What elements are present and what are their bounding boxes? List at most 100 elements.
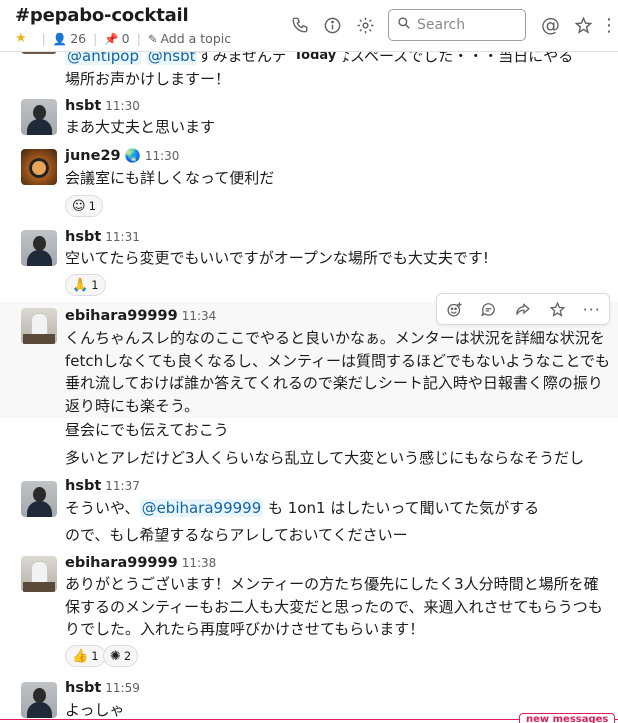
channel-name[interactable]: #pepabo-cocktail (15, 5, 189, 26)
message-time[interactable]: 11:38 (182, 556, 217, 570)
phone-icon[interactable] (283, 9, 316, 41)
add-reaction-icon[interactable] (439, 295, 469, 323)
pinned-count[interactable]: 0 (122, 31, 130, 46)
message-text: そういや、 @ebihara99999 も 1on1 はしたいって聞いてた気がする (65, 497, 610, 520)
message-author[interactable]: hsbt 11:30 (65, 98, 140, 114)
share-icon[interactable] (508, 295, 538, 323)
channel-header: #pepabo-cocktail ★ | 👤 26 | 📌 0 | ✎ Add … (0, 0, 618, 52)
face-icon: ☺ (72, 198, 86, 214)
member-count[interactable]: 26 (70, 31, 86, 46)
author-name[interactable]: hsbt (65, 680, 101, 696)
author-name[interactable]: june29 (65, 148, 121, 164)
avatar[interactable] (21, 52, 57, 54)
message-text: くんちゃんスレ的なのここでやると良いかなぁ。メンターは状況を詳細な状況を fet… (65, 327, 610, 417)
author-name[interactable]: hsbt (65, 478, 101, 494)
message-line: 返り時にも楽そう。 (65, 396, 200, 415)
avatar[interactable] (21, 682, 57, 718)
divider: | (41, 31, 46, 46)
message-text: 空いてたら変更でもいいですがオープンな場所でも大丈夫です! (65, 249, 489, 267)
more-actions-icon[interactable]: ··· (577, 295, 607, 323)
info-icon[interactable] (316, 9, 349, 41)
message: june29 🌏 11:30 会議室にも詳しくなって便利だ ☺ 1 (0, 142, 618, 222)
pencil-icon[interactable]: ✎ (148, 32, 158, 46)
mention-link[interactable]: @hsbt (145, 52, 198, 65)
author-name[interactable]: ebihara99999 (65, 308, 178, 324)
pin-icon[interactable]: 📌 (104, 32, 118, 46)
author-name[interactable]: ebihara99999 (65, 555, 178, 571)
message-author[interactable]: ebihara99999 11:34 (65, 308, 216, 324)
author-name[interactable]: hsbt (65, 229, 101, 245)
message-author[interactable]: hsbt 11:37 (65, 478, 140, 494)
message-line: りでした。入れたら再度呼びかけさせてもらいます！ (65, 620, 425, 638)
reaction-pill[interactable]: ☺ 1 (65, 195, 103, 217)
message: hsbt 11:31 空いてたら変更でもいいですがオープンな場所でも大丈夫です! … (0, 224, 618, 302)
mentions-icon[interactable]: @ (534, 9, 567, 41)
message-line: 保するのメンティーもお二人も大変だと思ったので、来週入れさせてもらうつも (65, 597, 603, 616)
mention-link[interactable]: @antipop (65, 52, 141, 65)
star-message-icon[interactable] (542, 295, 572, 323)
message-time[interactable]: 11:31 (105, 230, 140, 244)
custom-emoji-icon: ✺ (110, 648, 121, 664)
new-messages-badge[interactable]: new messages (519, 713, 616, 723)
reply-thread-icon[interactable] (474, 295, 504, 323)
divider: | (93, 31, 98, 46)
avatar[interactable] (21, 308, 57, 344)
globe-icon[interactable]: 🌏 (125, 149, 141, 164)
search-icon (397, 16, 411, 34)
message-time[interactable]: 11:30 (105, 99, 140, 113)
thumbsup-icon: 👍 (72, 648, 89, 664)
day-divider-today[interactable]: Today (285, 52, 346, 66)
divider: | (136, 31, 141, 46)
avatar[interactable] (21, 230, 57, 266)
gear-icon[interactable] (349, 9, 382, 41)
reaction-pill[interactable]: ✺ 2 (103, 645, 139, 667)
avatar[interactable] (21, 481, 57, 517)
search-input[interactable]: Search (388, 9, 526, 41)
message-line: ありがとうございます！メンティーの方たち優先にしたく3人分時間と場所を確 (65, 575, 599, 593)
reaction-count: 1 (91, 278, 99, 292)
add-topic-link[interactable]: Add a topic (160, 31, 231, 46)
member-icon[interactable]: 👤 (53, 32, 67, 46)
mention-link[interactable]: @ebihara99999 (139, 499, 264, 517)
message-line: 垂れ流しておけば誰か答えてくれるので楽だしシート記入時や日報書く際の振り (65, 374, 603, 392)
avatar[interactable] (21, 149, 57, 185)
message: hsbt 11:30 まあ大丈夫と思います (0, 92, 618, 142)
message-line: すみませんテ… penなスペースでした・・・当日にやる (197, 52, 574, 65)
message-continuation: 多いとアレだけど3人くらいなら乱立して大変という感じにもならなそうだし (65, 449, 585, 467)
reaction-count: 1 (88, 199, 96, 213)
message-time[interactable]: 11:30 (145, 149, 180, 163)
message-text: 会議室にも詳しくなって便利だ (65, 169, 275, 187)
message-author[interactable]: june29 🌏 11:30 (65, 148, 179, 164)
message-text: まあ大丈夫と思います (65, 118, 216, 136)
message-list: @antipop @hsbt すみませんテ… penなスペースでした・・・当日にや… (0, 52, 618, 723)
avatar[interactable] (21, 99, 57, 135)
message-continuation: 昼会にでも伝えておこう (65, 421, 229, 439)
reaction-pill[interactable]: 🙏 1 (65, 274, 106, 296)
reaction-pill[interactable]: 👍 1 (65, 645, 106, 667)
message-text-part: も 1on1 はしたいって聞いてた気がする (263, 499, 540, 517)
message-line: 場所お声かけしますー！ (65, 69, 231, 88)
message-line: fetchしなくても良くなるし、メンティーは質問するほどでもないようなことでも (65, 351, 610, 370)
message: hsbt 11:37 そういや、 @ebihara99999 も 1on1 はしたい… (0, 476, 618, 526)
message-time[interactable]: 11:59 (105, 681, 140, 695)
channel-meta: ★ | 👤 26 | 📌 0 | ✎ Add a topic (15, 31, 231, 46)
message: ebihara99999 11:38 ありがとうございます！メンティーの方たち優先… (0, 550, 618, 675)
search-placeholder: Search (417, 17, 466, 33)
message-author[interactable]: hsbt 11:31 (65, 229, 140, 245)
message-author[interactable]: ebihara99999 11:38 (65, 555, 216, 571)
message-continuation: ので、もし希望するならアレしておいてくださいー (65, 526, 408, 544)
avatar[interactable] (21, 556, 57, 592)
reaction-count: 2 (123, 649, 132, 663)
message-text-part: そういや、 (65, 499, 140, 517)
more-vertical-icon[interactable]: ⋮ (600, 9, 618, 41)
message-author[interactable]: hsbt 11:59 (65, 680, 140, 696)
star-icon[interactable] (567, 9, 600, 41)
pray-icon: 🙏 (72, 277, 89, 293)
message-time[interactable]: 11:37 (105, 479, 140, 493)
message-actions-toolbar: ··· (436, 293, 610, 325)
message-time[interactable]: 11:34 (182, 309, 217, 323)
message-line: くんちゃんスレ的なのここでやると良いかなぁ。メンターは状況を詳細な状況を (65, 329, 605, 347)
header-toolbar: Search @ ⋮ (283, 9, 618, 41)
author-name[interactable]: hsbt (65, 98, 101, 114)
starred-star-icon[interactable]: ★ (15, 31, 27, 46)
